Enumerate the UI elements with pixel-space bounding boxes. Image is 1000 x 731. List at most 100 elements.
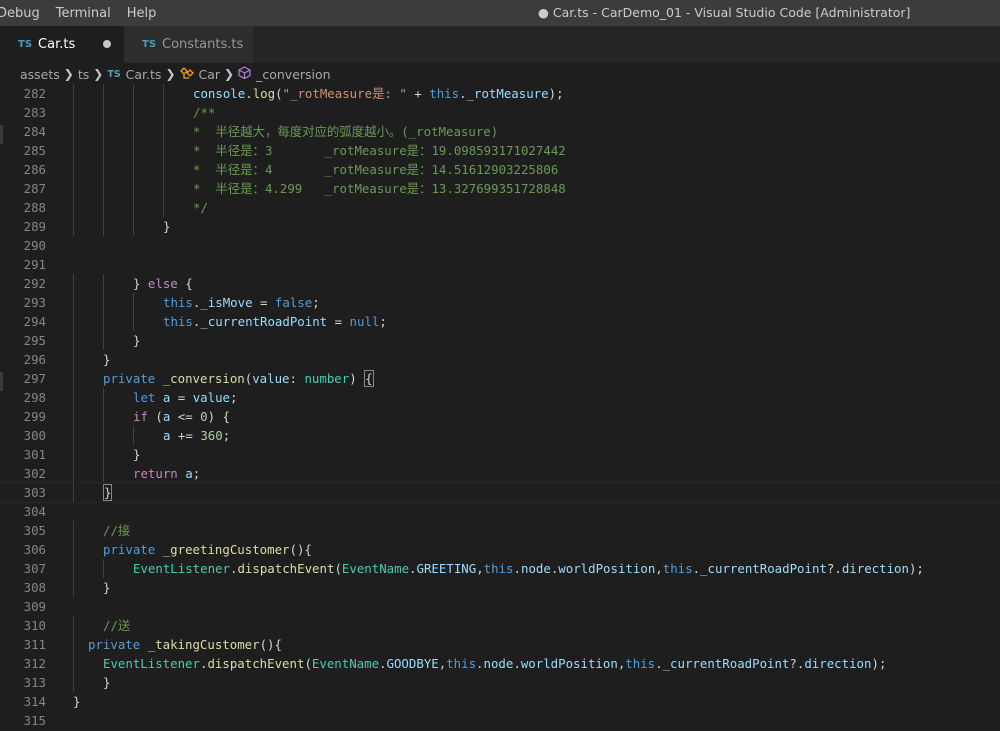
- code-line[interactable]: 307 EventListener. dispatchEvent(EventName…: [0, 559, 1000, 578]
- line-number: 295: [23, 333, 46, 348]
- code-text: EventListener.dispatchEvent(EventName.GR…: [133, 559, 924, 578]
- code-line[interactable]: 302 return a;: [0, 464, 1000, 483]
- code-line[interactable]: 303}: [0, 482, 1000, 503]
- code-line[interactable]: 295}: [0, 331, 1000, 350]
- breadcrumb-item-ts[interactable]: ts: [78, 67, 89, 82]
- code-token: {: [364, 370, 374, 387]
- code-token: _currentRoadPoint: [700, 561, 827, 576]
- breadcrumb-item-assets[interactable]: assets: [20, 67, 60, 82]
- code-line[interactable]: 301}: [0, 445, 1000, 464]
- code-token: .: [513, 656, 521, 671]
- code-line[interactable]: 300 a += 360;: [0, 426, 1000, 445]
- code-text: }: [103, 483, 113, 502]
- code-token: ;: [230, 390, 238, 405]
- indent-guide: [73, 578, 74, 597]
- code-line[interactable]: 284 * 半径越大，每度对应的弧度越小。(_rotMeasure): [0, 122, 1000, 141]
- line-number: 296: [23, 352, 46, 367]
- breadcrumb-item-file[interactable]: Car.ts: [126, 67, 162, 82]
- code-token: }: [103, 484, 113, 501]
- indent-guide: [73, 426, 74, 445]
- indent-guide: [163, 198, 164, 217]
- code-token: .: [692, 561, 701, 576]
- code-line[interactable]: 292} else {: [0, 274, 1000, 293]
- tab-constants-ts[interactable]: TS Constants.ts: [124, 26, 254, 63]
- code-token: }: [103, 675, 111, 690]
- code-line[interactable]: 314}: [0, 692, 1000, 711]
- code-line[interactable]: 288 */: [0, 198, 1000, 217]
- code-line[interactable]: 283 /**: [0, 103, 1000, 122]
- code-line[interactable]: 287 * 半径是：4.299 _rotMeasure是：13.327699351…: [0, 179, 1000, 198]
- code-line[interactable]: 308}: [0, 578, 1000, 597]
- code-line[interactable]: 290: [0, 236, 1000, 255]
- indent-guide: [103, 331, 104, 350]
- code-text: }: [103, 578, 110, 597]
- indent-guide: [103, 217, 104, 236]
- code-token: _conversion: [162, 371, 245, 386]
- menu-terminal[interactable]: Terminal: [56, 6, 119, 21]
- breadcrumb-item-method[interactable]: _conversion: [256, 67, 330, 82]
- indent-guide: [133, 426, 134, 445]
- code-token: .: [655, 656, 663, 671]
- code-line[interactable]: 313}: [0, 673, 1000, 692]
- code-line[interactable]: 305 //接: [0, 521, 1000, 540]
- code-line[interactable]: 312 EventListener. dispatchEvent(EventName…: [0, 654, 1000, 673]
- code-line[interactable]: 299 if (a <= 0) {: [0, 407, 1000, 426]
- tab-car-ts[interactable]: TS Car.ts: [0, 26, 124, 63]
- code-line[interactable]: 297 private _conversion(value: number) {: [0, 369, 1000, 388]
- code-editor[interactable]: 282 console.log("_rotMeasure是: " + this._…: [0, 84, 1000, 731]
- indent-guide: [133, 198, 134, 217]
- unsaved-dot-icon[interactable]: [103, 40, 111, 48]
- code-line[interactable]: 296}: [0, 350, 1000, 369]
- code-text: console.log("_rotMeasure是: " + this._rot…: [193, 84, 564, 103]
- line-number: 293: [23, 295, 46, 310]
- code-line[interactable]: 306 private _greetingCustomer(){: [0, 540, 1000, 559]
- indent-guide: [163, 179, 164, 198]
- code-line[interactable]: 309: [0, 597, 1000, 616]
- code-text: this._isMove = false;: [163, 293, 320, 312]
- code-text: * 半径是：4.299 _rotMeasure是：13.327699351728…: [193, 179, 566, 198]
- code-token: (: [334, 561, 342, 576]
- indent-guide: [103, 141, 104, 160]
- code-token: this: [662, 561, 693, 576]
- code-text: EventListener.dispatchEvent(EventName.GO…: [103, 654, 886, 673]
- code-token: }: [133, 276, 148, 291]
- menu-help[interactable]: Help: [127, 6, 165, 21]
- menu-bar: Debug Terminal Help: [0, 0, 164, 26]
- indent-guide: [73, 559, 74, 578]
- code-token: );: [908, 561, 924, 576]
- line-number: 294: [23, 314, 46, 329]
- code-token: .: [245, 86, 253, 101]
- menu-debug[interactable]: Debug: [0, 6, 48, 21]
- code-line[interactable]: 286 * 半径是：4 _rotMeasure是：14.5161290322580…: [0, 160, 1000, 179]
- line-number: 286: [23, 162, 46, 177]
- code-token: return: [133, 466, 178, 481]
- code-token: worldPosition: [520, 656, 618, 671]
- code-line[interactable]: 291: [0, 255, 1000, 274]
- code-line[interactable]: 293 this._isMove = false;: [0, 293, 1000, 312]
- code-token: {: [177, 276, 193, 291]
- line-number: 309: [23, 599, 46, 614]
- code-token: (: [147, 409, 163, 424]
- code-line[interactable]: 298 let a = value;: [0, 388, 1000, 407]
- code-line[interactable]: 315: [0, 711, 1000, 730]
- code-text: * 半径是：4 _rotMeasure是：14.51612903225806: [193, 160, 558, 179]
- code-token: private: [103, 371, 156, 386]
- breadcrumb-item-class[interactable]: Car: [199, 67, 221, 82]
- line-number: 284: [23, 124, 46, 139]
- indent-guide: [133, 312, 134, 331]
- code-line[interactable]: 285 * 半径是：3 _rotMeasure是：19.0985931710274…: [0, 141, 1000, 160]
- line-number: 301: [23, 447, 46, 462]
- code-line[interactable]: 311 private _takingCustomer(){: [0, 635, 1000, 654]
- code-line[interactable]: 289}: [0, 217, 1000, 236]
- code-line[interactable]: 310 //送: [0, 616, 1000, 635]
- code-line[interactable]: 304: [0, 502, 1000, 521]
- code-token: _isMove: [200, 295, 253, 310]
- indent-guide: [73, 654, 74, 673]
- code-token: _rotMeasure: [466, 86, 549, 101]
- code-line[interactable]: 282 console.log("_rotMeasure是: " + this._…: [0, 84, 1000, 103]
- indent-guide: [103, 426, 104, 445]
- code-text: if (a <= 0) {: [133, 407, 230, 426]
- code-line[interactable]: 294 this._currentRoadPoint = null;: [0, 312, 1000, 331]
- code-token: .: [459, 86, 467, 101]
